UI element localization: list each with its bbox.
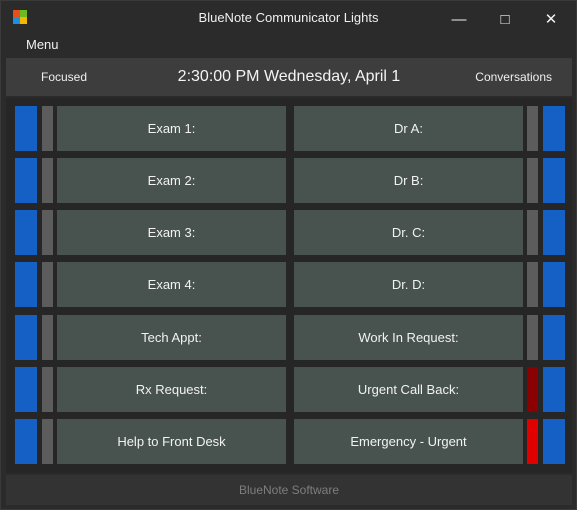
left-status-light xyxy=(15,262,37,307)
light-button-label: Dr. D: xyxy=(391,277,426,292)
left-indicator xyxy=(42,210,53,255)
status-bar: BlueNote Software xyxy=(6,475,572,505)
left-indicator xyxy=(42,419,53,464)
light-button-label: Exam 1: xyxy=(147,121,196,136)
close-button[interactable]: ✕ xyxy=(528,1,574,37)
left-light-button[interactable]: Exam 4: xyxy=(57,262,286,307)
conversations-label[interactable]: Conversations xyxy=(475,70,552,84)
left-indicator xyxy=(42,106,53,151)
right-status-light xyxy=(543,158,565,203)
right-status-light xyxy=(543,210,565,255)
light-button-label: Dr B: xyxy=(393,173,424,188)
right-status-light xyxy=(543,106,565,151)
light-button-label: Dr. C: xyxy=(391,225,426,240)
left-status-light xyxy=(15,106,37,151)
light-row: Exam 2: Dr B: xyxy=(6,158,572,203)
light-button-label: Rx Request: xyxy=(135,382,208,397)
right-indicator xyxy=(527,367,538,412)
left-status-light xyxy=(15,158,37,203)
light-button-label: Tech Appt: xyxy=(141,330,202,345)
app-window: BlueNote Communicator Lights — □ ✕ Menu … xyxy=(0,0,577,510)
footer-text: BlueNote Software xyxy=(238,483,340,497)
right-light-button[interactable]: Work In Request: xyxy=(294,315,523,360)
right-indicator xyxy=(527,262,538,307)
left-indicator xyxy=(42,262,53,307)
light-button-label: Emergency - Urgent xyxy=(350,434,467,449)
left-light-button[interactable]: Help to Front Desk xyxy=(57,419,286,464)
left-light-button[interactable]: Exam 1: xyxy=(57,106,286,151)
light-button-label: Help to Front Desk xyxy=(117,434,226,449)
right-light-button[interactable]: Urgent Call Back: xyxy=(294,367,523,412)
right-status-light xyxy=(543,367,565,412)
light-row: Exam 3: Dr. C: xyxy=(6,210,572,255)
light-button-label: Exam 4: xyxy=(147,277,196,292)
right-indicator xyxy=(527,210,538,255)
left-light-button[interactable]: Exam 2: xyxy=(57,158,286,203)
left-light-button[interactable]: Exam 3: xyxy=(57,210,286,255)
light-button-label: Exam 3: xyxy=(147,225,196,240)
light-button-label: Dr A: xyxy=(394,121,423,136)
right-indicator xyxy=(527,315,538,360)
light-row: Tech Appt: Work In Request: xyxy=(6,315,572,360)
light-row: Exam 1: Dr A: xyxy=(6,106,572,151)
left-indicator xyxy=(42,158,53,203)
lights-grid: Exam 1: Dr A: Exam 2: Dr B: Exam 3: Dr. C: Exa… xyxy=(6,98,572,473)
maximize-icon: □ xyxy=(500,10,510,28)
light-row: Help to Front Desk Emergency - Urgent xyxy=(6,419,572,464)
right-indicator xyxy=(527,419,538,464)
right-indicator xyxy=(527,106,538,151)
right-status-light xyxy=(543,419,565,464)
light-button-label: Urgent Call Back: xyxy=(357,382,460,397)
left-status-light xyxy=(15,419,37,464)
close-icon: ✕ xyxy=(544,11,558,28)
light-row: Rx Request: Urgent Call Back: xyxy=(6,367,572,412)
status-header: Focused 2:30:00 PM Wednesday, April 1 Co… xyxy=(6,58,572,96)
light-row: Exam 4: Dr. D: xyxy=(6,262,572,307)
menu-bar: Menu xyxy=(1,37,576,57)
left-status-light xyxy=(15,210,37,255)
right-light-button[interactable]: Dr. C: xyxy=(294,210,523,255)
minimize-icon: — xyxy=(451,10,467,28)
left-light-button[interactable]: Rx Request: xyxy=(57,367,286,412)
light-button-label: Exam 2: xyxy=(147,173,196,188)
right-light-button[interactable]: Emergency - Urgent xyxy=(294,419,523,464)
light-button-label: Work In Request: xyxy=(358,330,459,345)
title-bar[interactable]: BlueNote Communicator Lights — □ ✕ xyxy=(1,1,576,37)
left-indicator xyxy=(42,315,53,360)
right-light-button[interactable]: Dr A: xyxy=(294,106,523,151)
right-status-light xyxy=(543,262,565,307)
left-status-light xyxy=(15,315,37,360)
right-light-button[interactable]: Dr. D: xyxy=(294,262,523,307)
maximize-button[interactable]: □ xyxy=(482,1,528,37)
left-status-light xyxy=(15,367,37,412)
right-status-light xyxy=(543,315,565,360)
menu-item-menu[interactable]: Menu xyxy=(26,37,59,52)
minimize-button[interactable]: — xyxy=(436,1,482,37)
right-light-button[interactable]: Dr B: xyxy=(294,158,523,203)
left-light-button[interactable]: Tech Appt: xyxy=(57,315,286,360)
left-indicator xyxy=(42,367,53,412)
right-indicator xyxy=(527,158,538,203)
